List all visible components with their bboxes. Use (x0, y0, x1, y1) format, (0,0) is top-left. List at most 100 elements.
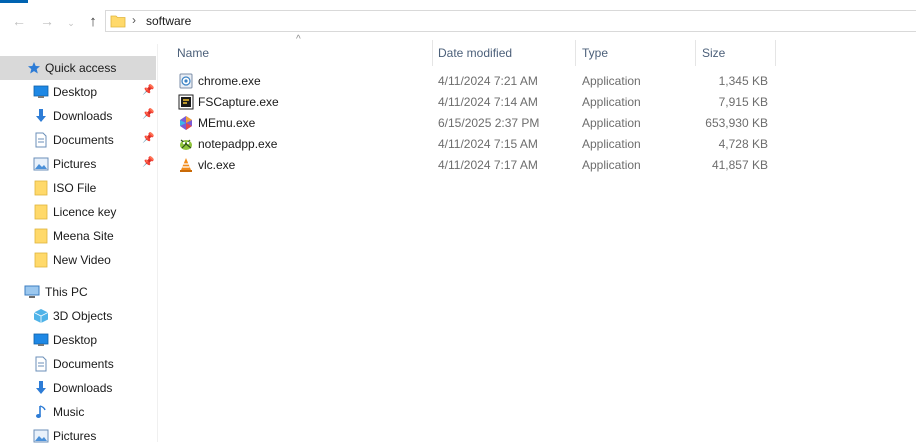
column-header-date-modified[interactable]: Date modified (438, 40, 574, 66)
file-row-vlc[interactable]: vlc.exe 4/11/2024 7:17 AM Application 41… (170, 155, 780, 176)
column-divider[interactable] (575, 40, 576, 66)
sidebar-item-label: Meena Site (53, 229, 114, 243)
recent-chevron-down-icon[interactable]: ⌄ (62, 14, 80, 32)
file-type: Application (582, 137, 641, 151)
vlc-cone-icon (180, 158, 192, 172)
pin-icon[interactable]: 📌 (142, 133, 154, 144)
sidebar-item-meena-site[interactable]: Meena Site (0, 224, 156, 248)
sidebar-item-pc-desktop[interactable]: Desktop (0, 328, 156, 352)
folder-icon (33, 204, 49, 220)
file-type: Application (582, 116, 641, 130)
desktop-icon (33, 84, 49, 100)
column-divider[interactable] (775, 40, 776, 66)
sidebar-item-desktop[interactable]: Desktop 📌 (0, 80, 156, 104)
column-divider[interactable] (432, 40, 433, 66)
sidebar-item-label: Desktop (53, 85, 98, 99)
file-date-modified: 4/11/2024 7:15 AM (438, 137, 538, 151)
sidebar-item-quick-access[interactable]: Quick access (0, 56, 156, 80)
file-name: vlc.exe (198, 158, 236, 172)
file-name: notepadpp.exe (198, 137, 278, 151)
pin-icon[interactable]: 📌 (142, 157, 154, 168)
file-row-chrome[interactable]: chrome.exe 4/11/2024 7:21 AM Application… (170, 71, 780, 92)
sidebar-item-documents[interactable]: Documents 📌 (0, 128, 156, 152)
documents-icon (33, 132, 49, 148)
file-type: Application (582, 95, 641, 109)
column-header-label: Date modified (438, 46, 513, 60)
sidebar-item-3d-objects[interactable]: 3D Objects (0, 304, 156, 328)
folder-icon (33, 252, 49, 268)
pin-icon[interactable]: 📌 (142, 85, 154, 96)
sidebar-item-label: Desktop (53, 333, 98, 347)
sidebar-item-label: Documents (53, 357, 114, 371)
sidebar-item-pc-documents[interactable]: Documents (0, 352, 156, 376)
documents-icon (33, 356, 49, 372)
file-date-modified: 4/11/2024 7:14 AM (438, 95, 538, 109)
file-row-memu[interactable]: MEmu.exe 6/15/2025 2:37 PM Application 6… (170, 113, 780, 134)
sidebar-item-iso-file[interactable]: ISO File (0, 176, 156, 200)
folder-icon (33, 180, 49, 196)
sidebar-item-label: New Video (53, 253, 111, 267)
file-name: FSCapture.exe (198, 95, 279, 109)
notepadpp-icon (180, 139, 192, 150)
pictures-icon (33, 156, 49, 172)
sidebar-item-licence-key[interactable]: Licence key (0, 200, 156, 224)
column-header-size[interactable]: Size (702, 40, 774, 66)
address-row: ← → ⌄ ↑ › software (0, 8, 916, 36)
fscapture-icon (178, 94, 194, 110)
sidebar-item-label: ISO File (53, 181, 97, 195)
column-header-type[interactable]: Type (582, 40, 694, 66)
memu-icon (180, 116, 192, 130)
3d-objects-icon (33, 308, 49, 324)
sidebar-item-label: Music (53, 405, 85, 419)
file-name: MEmu.exe (198, 116, 256, 130)
sidebar-item-music[interactable]: Music (0, 400, 156, 424)
desktop-icon (33, 332, 49, 348)
up-arrow-icon[interactable]: ↑ (84, 12, 102, 30)
file-date-modified: 6/15/2025 2:37 PM (438, 116, 540, 130)
file-type: Application (582, 158, 641, 172)
sidebar-item-label: Pictures (53, 429, 97, 443)
back-arrow-icon[interactable]: ← (10, 12, 28, 30)
column-header-label: Size (702, 46, 726, 60)
folder-icon (110, 15, 126, 28)
column-header-label: Name (177, 46, 210, 60)
forward-arrow-icon[interactable]: → (38, 12, 56, 30)
download-arrow-icon (33, 108, 49, 124)
column-header-name[interactable]: Name (177, 40, 431, 66)
file-size: 653,930 KB (705, 116, 768, 130)
sidebar-item-label: Downloads (53, 381, 113, 395)
music-note-icon (33, 404, 49, 420)
file-date-modified: 4/11/2024 7:17 AM (438, 158, 538, 172)
file-date-modified: 4/11/2024 7:21 AM (438, 74, 538, 88)
sidebar-item-downloads[interactable]: Downloads 📌 (0, 104, 156, 128)
window-accent-strip (0, 0, 28, 3)
breadcrumb-current-folder[interactable]: software (146, 14, 191, 28)
sidebar-item-label: 3D Objects (53, 309, 113, 323)
file-type: Application (582, 74, 641, 88)
file-size: 1,345 KB (718, 74, 768, 88)
file-size: 41,857 KB (711, 158, 768, 172)
file-size: 7,915 KB (718, 95, 768, 109)
sidebar-item-pc-pictures[interactable]: Pictures (0, 424, 156, 448)
address-bar[interactable]: › software (105, 10, 916, 32)
sidebar-item-label: This PC (45, 285, 88, 299)
sidebar-item-pictures[interactable]: Pictures 📌 (0, 152, 156, 176)
computer-monitor-icon (24, 284, 40, 300)
sidebar-item-label: Documents (53, 133, 114, 147)
breadcrumb-separator[interactable]: › (132, 13, 136, 27)
sidebar-divider (157, 44, 158, 442)
file-row-notepadpp[interactable]: notepadpp.exe 4/11/2024 7:15 AM Applicat… (170, 134, 780, 155)
sidebar-item-label: Quick access (45, 61, 117, 75)
file-row-fscapture[interactable]: FSCapture.exe 4/11/2024 7:14 AM Applicat… (170, 92, 780, 113)
file-name: chrome.exe (198, 74, 261, 88)
pin-icon[interactable]: 📌 (142, 109, 154, 120)
sidebar-item-pc-downloads[interactable]: Downloads (0, 376, 156, 400)
download-arrow-icon (33, 380, 49, 396)
sidebar-item-new-video[interactable]: New Video (0, 248, 156, 272)
chrome-installer-icon (179, 73, 193, 89)
column-header-label: Type (582, 46, 609, 60)
navigation-pane: Quick access Desktop 📌 Downloads 📌 Docum… (0, 52, 157, 443)
sidebar-item-this-pc[interactable]: This PC (0, 280, 156, 304)
column-divider[interactable] (695, 40, 696, 66)
sidebar-item-label: Pictures (53, 157, 97, 171)
